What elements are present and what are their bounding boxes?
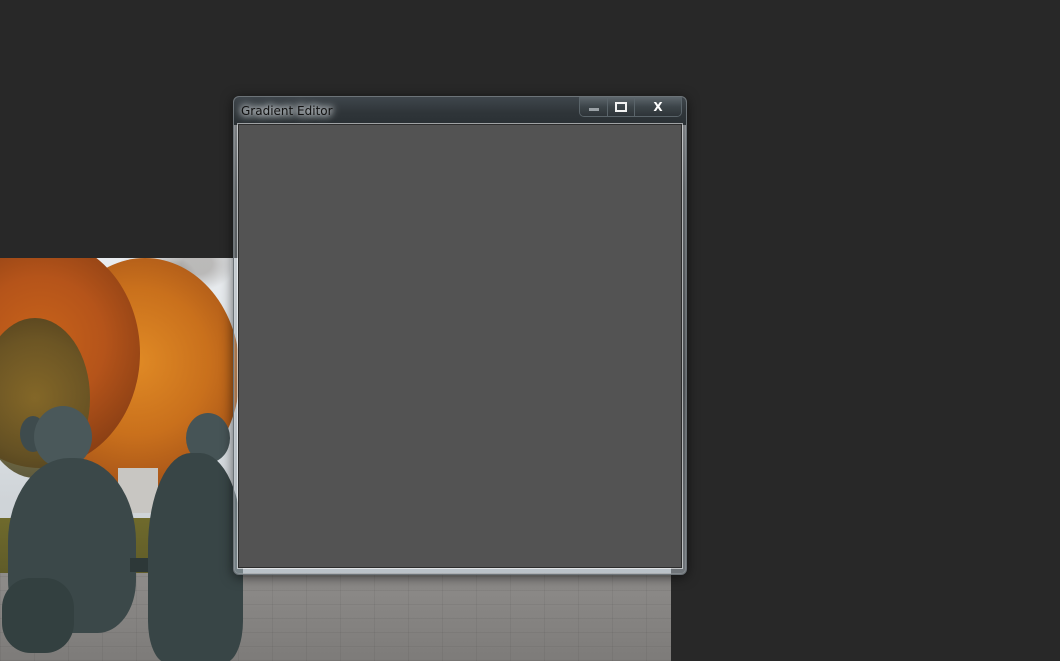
close-button[interactable]: X <box>635 97 681 116</box>
window-title: Gradient Editor <box>241 104 333 118</box>
maximize-icon <box>615 101 627 112</box>
maximize-button[interactable] <box>608 97 635 116</box>
gradient-editor-window[interactable]: Gradient Editor X <box>233 96 687 575</box>
statue-body-right <box>148 453 243 661</box>
caption-buttons: X <box>579 97 682 117</box>
window-titlebar[interactable]: Gradient Editor X <box>234 97 686 125</box>
window-client-area[interactable] <box>238 124 682 568</box>
minimize-button[interactable] <box>580 97 608 116</box>
minimize-icon <box>588 108 599 111</box>
close-icon: X <box>653 99 663 114</box>
statue-leg-left <box>2 578 74 653</box>
